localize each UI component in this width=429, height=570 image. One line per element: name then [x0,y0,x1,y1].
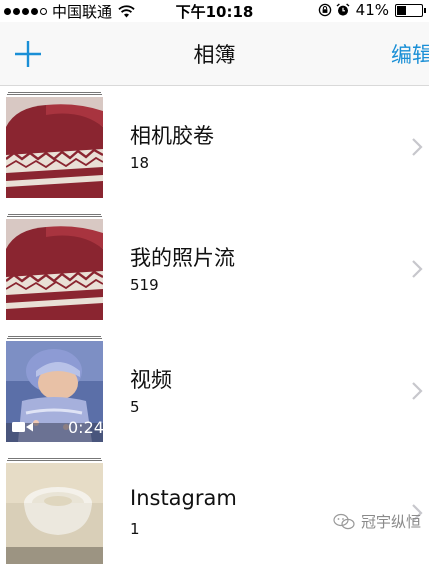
bowl-photo-thumbnail [6,463,103,564]
album-row-videos[interactable]: 0:24 视频 5 [0,330,429,448]
sweater-photo-thumbnail [6,219,103,320]
status-right: 41% [318,1,426,19]
sweater-photo-thumbnail [6,97,103,198]
album-name: 我的照片流 [130,246,235,270]
baby-video-thumbnail: 0:24 [6,341,103,442]
album-thumbnail-stack [6,92,103,198]
album-count: 1 [130,520,140,538]
stack-line [7,94,102,95]
video-duration: 0:24 [68,418,103,437]
stack-line [8,458,101,459]
stack-line [7,338,102,339]
battery-fill [397,5,406,15]
album-name: Instagram [130,486,237,510]
rotation-lock-icon [318,3,331,17]
chevron-right-icon [412,260,423,278]
album-count: 5 [130,398,140,416]
chevron-right-icon [412,138,423,156]
edit-button[interactable]: 编辑 [391,39,429,69]
album-name: 相机胶卷 [130,124,214,148]
album-count: 18 [130,154,150,172]
wechat-icon [333,513,355,529]
alarm-clock-icon [336,3,350,16]
album-name: 视频 [130,368,172,392]
album-thumbnail-stack [6,214,103,320]
album-row-camera-roll[interactable]: 相机胶卷 18 [0,86,429,204]
stack-line [7,216,102,217]
stack-line [8,214,101,215]
navigation-bar: 相簿 编辑 [0,22,429,86]
watermark-text: 冠宇纵恒 [360,513,421,531]
album-row-photo-stream[interactable]: 我的照片流 519 [0,208,429,326]
album-thumbnail-stack: 0:24 [6,336,103,442]
stack-line [8,336,101,337]
chevron-right-icon [412,382,423,400]
battery-icon [395,3,426,17]
album-thumbnail-stack [6,458,103,564]
stack-line [7,460,102,461]
watermark: 冠宇纵恒 [333,511,421,532]
status-bar: 中国联通 下午10:18 41% [0,0,429,22]
battery-percentage: 41% [355,1,389,19]
video-badge: 0:24 [10,418,103,437]
battery-nub [424,7,426,13]
album-count: 519 [130,276,159,294]
page-title: 相簿 [193,43,236,67]
video-camera-icon [12,422,33,432]
stack-line [8,92,101,93]
